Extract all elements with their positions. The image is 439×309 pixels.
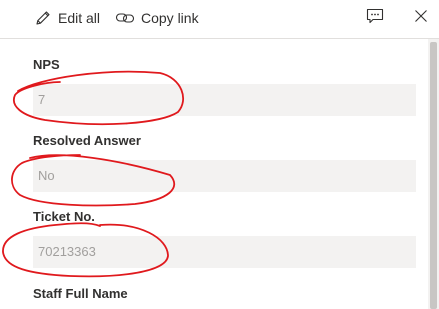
edit-all-button[interactable]: Edit all (34, 5, 100, 31)
nps-label: NPS (33, 57, 60, 72)
ticket-no-field[interactable]: 70213363 (33, 236, 416, 268)
close-button[interactable] (409, 7, 433, 29)
comment-icon (365, 7, 385, 30)
form-toolbar: Edit all Copy link (0, 0, 439, 39)
form-content: NPS 7 Resolved Answer No Ticket No. 7021… (0, 39, 428, 309)
resolved-answer-label: Resolved Answer (33, 133, 141, 148)
ticket-no-label: Ticket No. (33, 209, 95, 224)
pencil-icon (34, 9, 52, 27)
link-icon (115, 9, 135, 27)
copy-link-button[interactable]: Copy link (115, 5, 199, 31)
comment-button[interactable] (363, 7, 387, 29)
scrollbar-thumb[interactable] (430, 42, 437, 309)
resolved-answer-field[interactable]: No (33, 160, 416, 192)
nps-field[interactable]: 7 (33, 84, 416, 116)
staff-full-name-label: Staff Full Name (33, 286, 128, 301)
close-icon (413, 8, 429, 29)
edit-all-label: Edit all (58, 10, 101, 26)
copy-link-label: Copy link (141, 10, 199, 26)
